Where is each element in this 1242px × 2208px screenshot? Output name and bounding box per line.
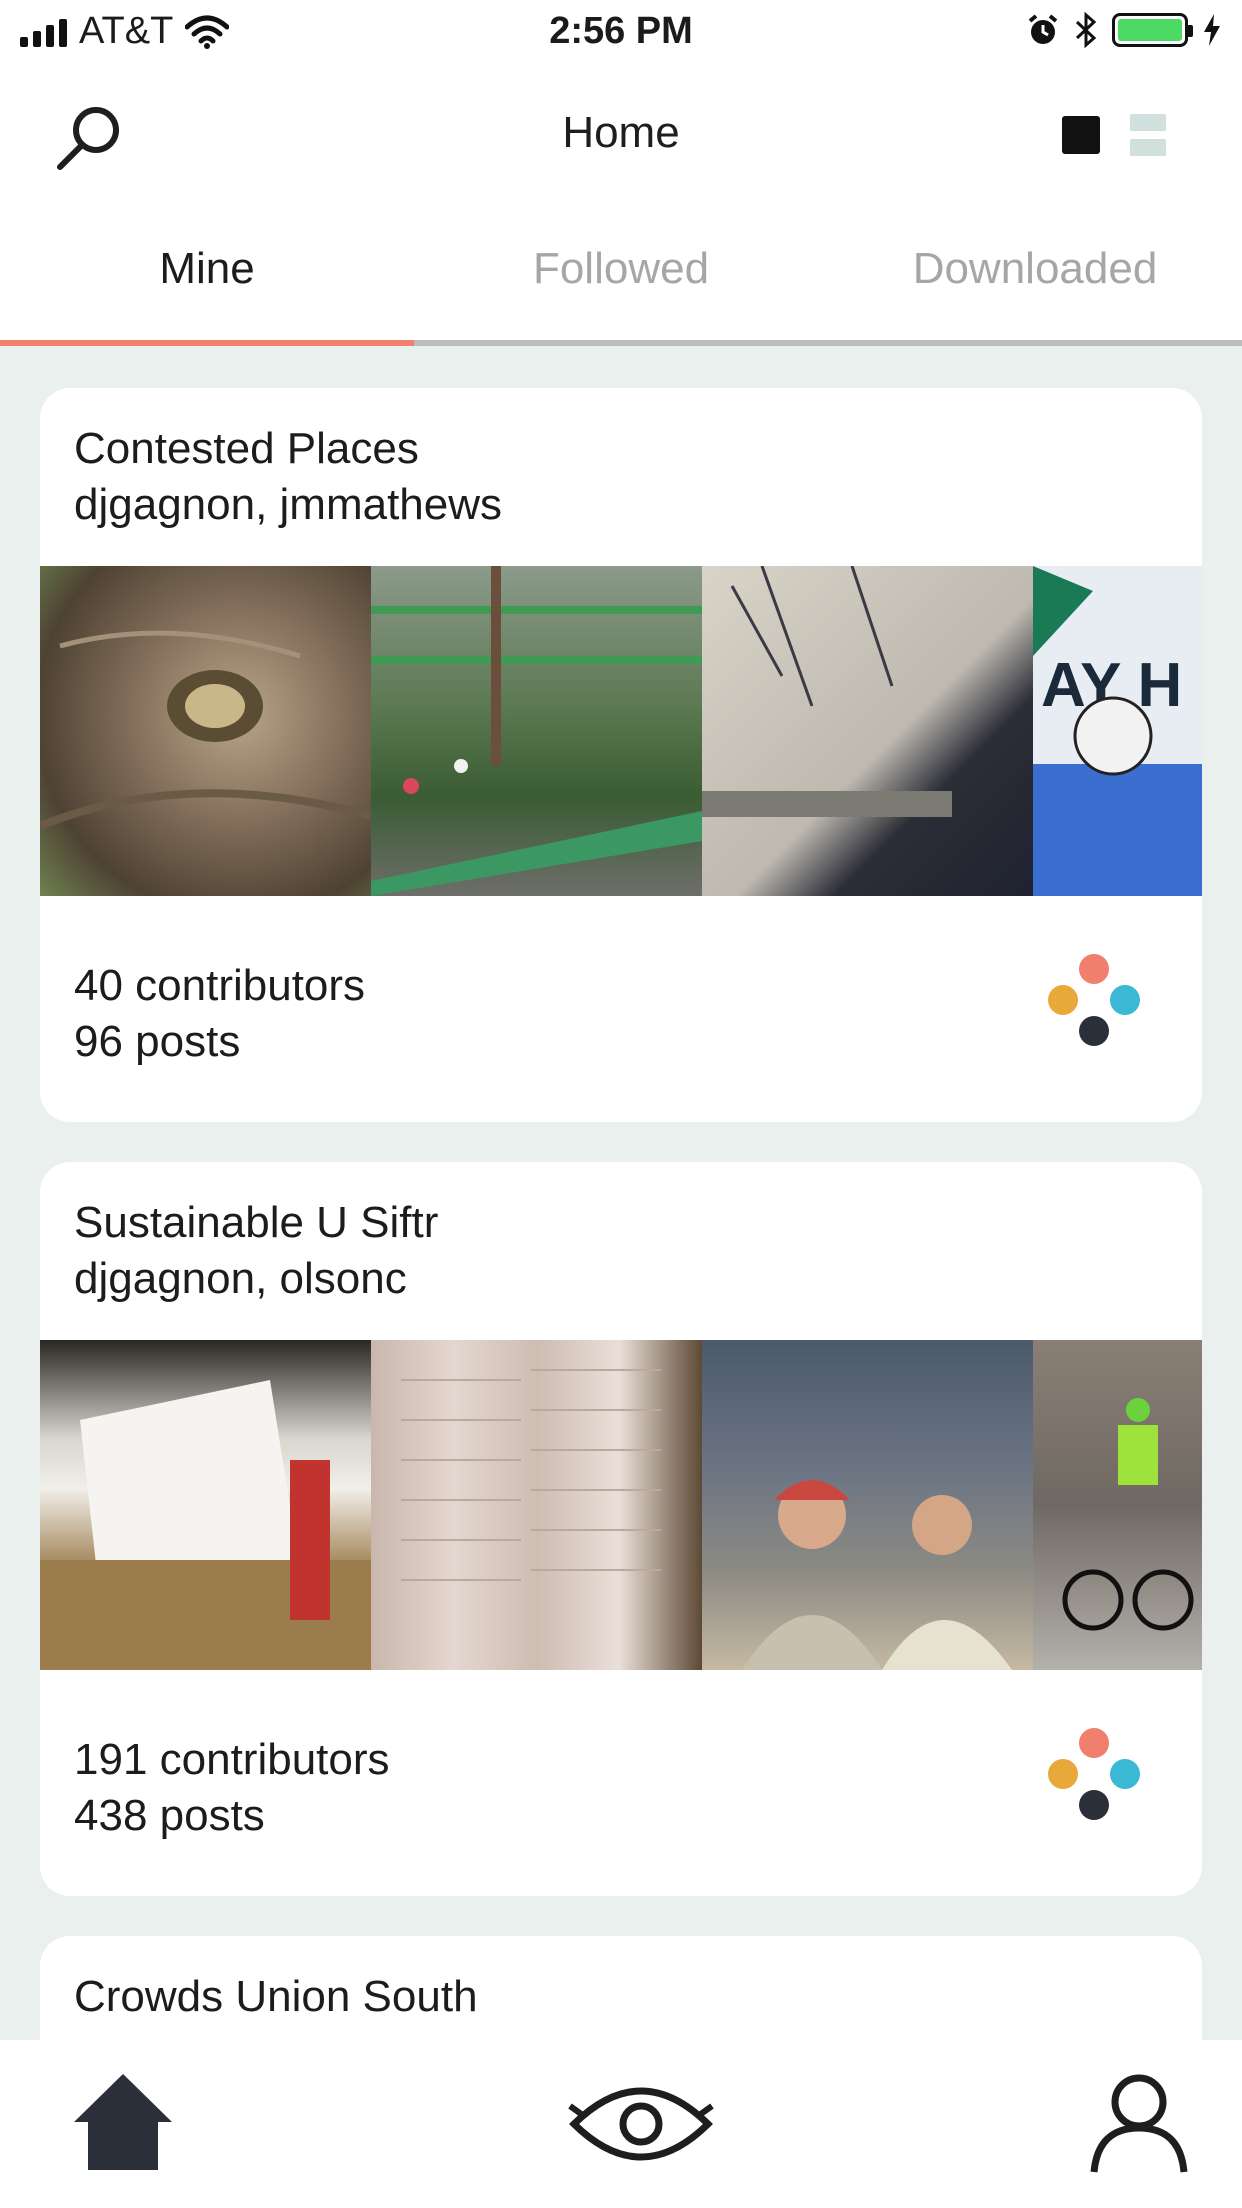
battery-icon: [1112, 13, 1193, 47]
pavement-image: [702, 566, 952, 817]
contributors-count: 191 contributors: [74, 1735, 390, 1784]
post-thumbnail[interactable]: [40, 1340, 371, 1670]
alarm-icon: [1028, 14, 1058, 44]
sign-image: AY H: [1033, 566, 1182, 776]
stacked-cups-image: [401, 1369, 661, 1581]
tab-active-indicator: [0, 340, 414, 346]
card-stats: 40 contributors 96 posts: [74, 958, 365, 1070]
post-thumbnail[interactable]: [371, 566, 702, 896]
siftr-logo-icon: [1048, 1728, 1140, 1820]
tree-bark-image: [40, 630, 371, 830]
contributors-count: 40 contributors: [74, 961, 366, 1010]
thumbnail-strip: [40, 1340, 1202, 1670]
home-icon[interactable]: [68, 2066, 178, 2176]
tab-downloaded[interactable]: Downloaded: [828, 244, 1242, 294]
card-title: Contested Places: [74, 424, 419, 473]
cyclist-image: [1062, 1398, 1194, 1631]
garden-railing-image: [371, 566, 702, 896]
card-authors: djgagnon, jmmathews: [74, 480, 503, 529]
recycling-paper-image: [40, 1380, 371, 1670]
bottom-tab-bar: [0, 2040, 1242, 2208]
students-image: [742, 1480, 1012, 1670]
grid-view-icon[interactable]: [1062, 116, 1100, 154]
post-thumbnail[interactable]: [702, 1340, 1033, 1670]
card-stats: 191 contributors 438 posts: [74, 1732, 390, 1844]
thumbnail-strip: AY H: [40, 566, 1202, 896]
card-title: Sustainable U Siftr: [74, 1198, 439, 1247]
list-view-icon[interactable]: [1130, 114, 1166, 156]
posts-count: 438 posts: [74, 1791, 265, 1840]
bluetooth-icon: [1075, 12, 1097, 48]
profile-icon[interactable]: [1084, 2066, 1194, 2176]
charging-icon: [1204, 14, 1220, 46]
post-thumbnail[interactable]: [371, 1340, 702, 1670]
siftr-logo-icon: [1048, 954, 1140, 1046]
posts-count: 96 posts: [74, 1017, 241, 1066]
segment-tabs: Mine Followed Downloaded: [0, 200, 1242, 346]
card-title: Crowds Union South: [74, 1972, 478, 2021]
navigation-bar: Home: [0, 66, 1242, 200]
post-thumbnail[interactable]: AY H: [1033, 566, 1202, 896]
tab-followed[interactable]: Followed: [414, 244, 828, 294]
status-bar: AT&T 2:56 PM: [0, 0, 1242, 66]
siftr-card[interactable]: Sustainable U Siftr djgagnon, olsonc 191…: [40, 1162, 1202, 1896]
card-authors: djgagnon, olsonc: [74, 1254, 407, 1303]
battery-level: [1118, 19, 1182, 41]
post-thumbnail[interactable]: [1033, 1340, 1202, 1670]
eye-icon[interactable]: [566, 2066, 716, 2176]
post-thumbnail[interactable]: [702, 566, 1033, 896]
page-title: Home: [562, 108, 680, 157]
post-thumbnail[interactable]: [40, 566, 371, 896]
tab-mine[interactable]: Mine: [0, 244, 414, 294]
siftr-card[interactable]: Contested Places djgagnon, jmmathews AY …: [40, 388, 1202, 1122]
